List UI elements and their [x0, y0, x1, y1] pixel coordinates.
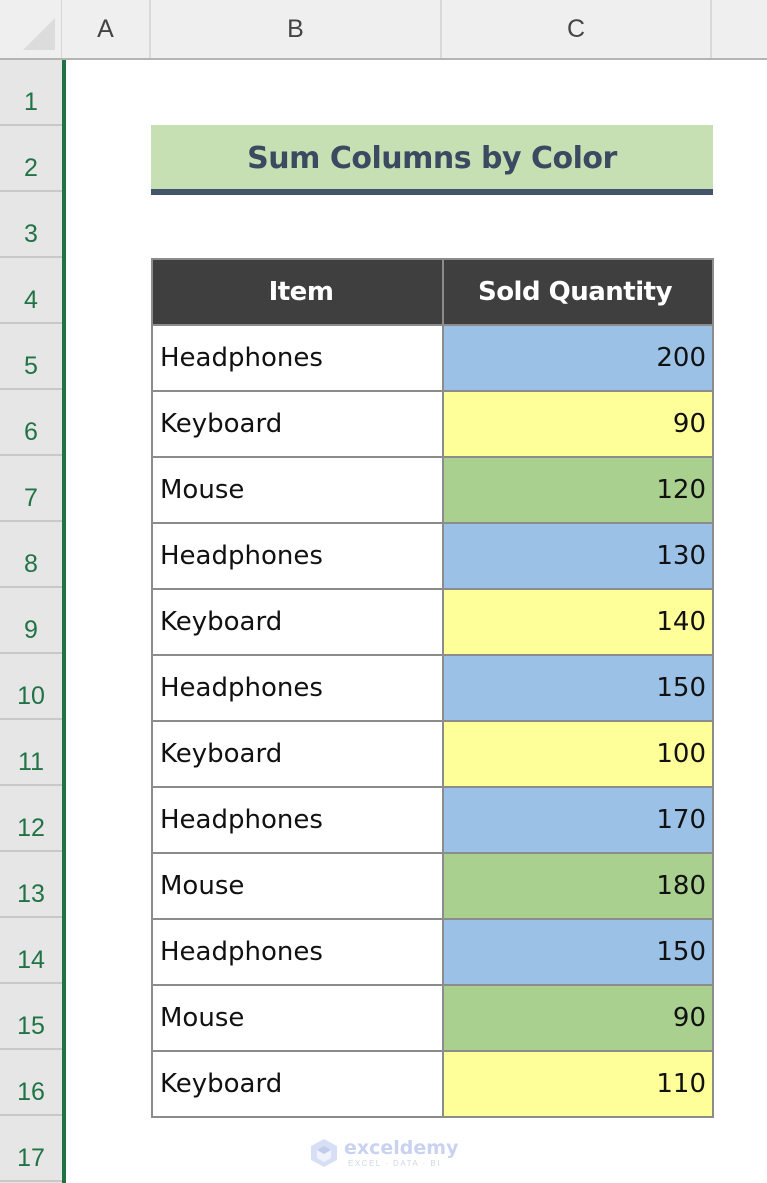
item-cell[interactable]: Headphones [151, 786, 444, 854]
table-row: Keyboard 100 [151, 720, 714, 788]
page-title: Sum Columns by Color [247, 140, 617, 176]
item-cell[interactable]: Keyboard [151, 1050, 444, 1118]
row-header-16[interactable]: 16 [0, 1050, 62, 1116]
row-header-12[interactable]: 12 [0, 786, 62, 852]
column-header-a[interactable]: A [62, 0, 151, 58]
quantity-cell[interactable]: 200 [442, 324, 714, 392]
row-header-7[interactable]: 7 [0, 456, 62, 522]
table-row: Keyboard 110 [151, 1050, 714, 1118]
item-cell[interactable]: Headphones [151, 522, 444, 590]
select-all-button[interactable] [0, 0, 62, 58]
item-cell[interactable]: Mouse [151, 456, 444, 524]
row-header-10[interactable]: 10 [0, 654, 62, 720]
item-cell[interactable]: Mouse [151, 984, 444, 1052]
watermark-logo: exceldemy EXCEL · DATA · BI [310, 1135, 470, 1171]
table-row: Mouse 120 [151, 456, 714, 524]
item-cell[interactable]: Headphones [151, 324, 444, 392]
row-header-6[interactable]: 6 [0, 390, 62, 456]
row-header-2[interactable]: 2 [0, 126, 62, 192]
row-header-5[interactable]: 5 [0, 324, 62, 390]
row-header-15[interactable]: 15 [0, 984, 62, 1050]
quantity-cell[interactable]: 150 [442, 918, 714, 986]
table-row: Mouse 180 [151, 852, 714, 920]
table-row: Keyboard 90 [151, 390, 714, 458]
column-header-c[interactable]: C [442, 0, 712, 58]
quantity-cell[interactable]: 180 [442, 852, 714, 920]
watermark-tagline: EXCEL · DATA · BI [348, 1158, 441, 1168]
table-row: Headphones 150 [151, 918, 714, 986]
row-header-1[interactable]: 1 [0, 60, 62, 126]
header-sold-quantity[interactable]: Sold Quantity [442, 258, 714, 326]
row-header-8[interactable]: 8 [0, 522, 62, 588]
column-header-d[interactable] [712, 0, 767, 58]
table-header-row: Item Sold Quantity [151, 258, 714, 326]
row-header-17[interactable]: 17 [0, 1116, 62, 1182]
watermark-name: exceldemy [344, 1136, 459, 1159]
table-row: Headphones 150 [151, 654, 714, 722]
column-header-b[interactable]: B [151, 0, 442, 58]
quantity-cell[interactable]: 130 [442, 522, 714, 590]
row-header-9[interactable]: 9 [0, 588, 62, 654]
item-cell[interactable]: Keyboard [151, 588, 444, 656]
select-all-triangle-icon [23, 18, 55, 50]
row-header-bar: 1 2 3 4 5 6 7 8 9 10 11 12 13 14 15 16 17 [0, 60, 62, 1183]
data-table: Item Sold Quantity Headphones 200 Keyboard… [151, 258, 714, 1118]
quantity-cell[interactable]: 170 [442, 786, 714, 854]
table-row: Keyboard 140 [151, 588, 714, 656]
row-header-3[interactable]: 3 [0, 192, 62, 258]
quantity-cell[interactable]: 110 [442, 1050, 714, 1118]
row-header-14[interactable]: 14 [0, 918, 62, 984]
quantity-cell[interactable]: 90 [442, 984, 714, 1052]
table-row: Headphones 170 [151, 786, 714, 854]
table-row: Headphones 130 [151, 522, 714, 590]
row-header-13[interactable]: 13 [0, 852, 62, 918]
column-header-bar: A B C [0, 0, 767, 60]
item-cell[interactable]: Mouse [151, 852, 444, 920]
quantity-cell[interactable]: 120 [442, 456, 714, 524]
item-cell[interactable]: Keyboard [151, 720, 444, 788]
row-header-4[interactable]: 4 [0, 258, 62, 324]
quantity-cell[interactable]: 140 [442, 588, 714, 656]
item-cell[interactable]: Keyboard [151, 390, 444, 458]
quantity-cell[interactable]: 90 [442, 390, 714, 458]
exceldemy-logo-icon [311, 1139, 337, 1167]
item-cell[interactable]: Headphones [151, 918, 444, 986]
table-row: Headphones 200 [151, 324, 714, 392]
table-row: Mouse 90 [151, 984, 714, 1052]
item-cell[interactable]: Headphones [151, 654, 444, 722]
title-cell[interactable]: Sum Columns by Color [151, 125, 713, 195]
header-item[interactable]: Item [151, 258, 444, 326]
row-header-11[interactable]: 11 [0, 720, 62, 786]
selection-indicator [62, 60, 66, 1183]
quantity-cell[interactable]: 100 [442, 720, 714, 788]
quantity-cell[interactable]: 150 [442, 654, 714, 722]
